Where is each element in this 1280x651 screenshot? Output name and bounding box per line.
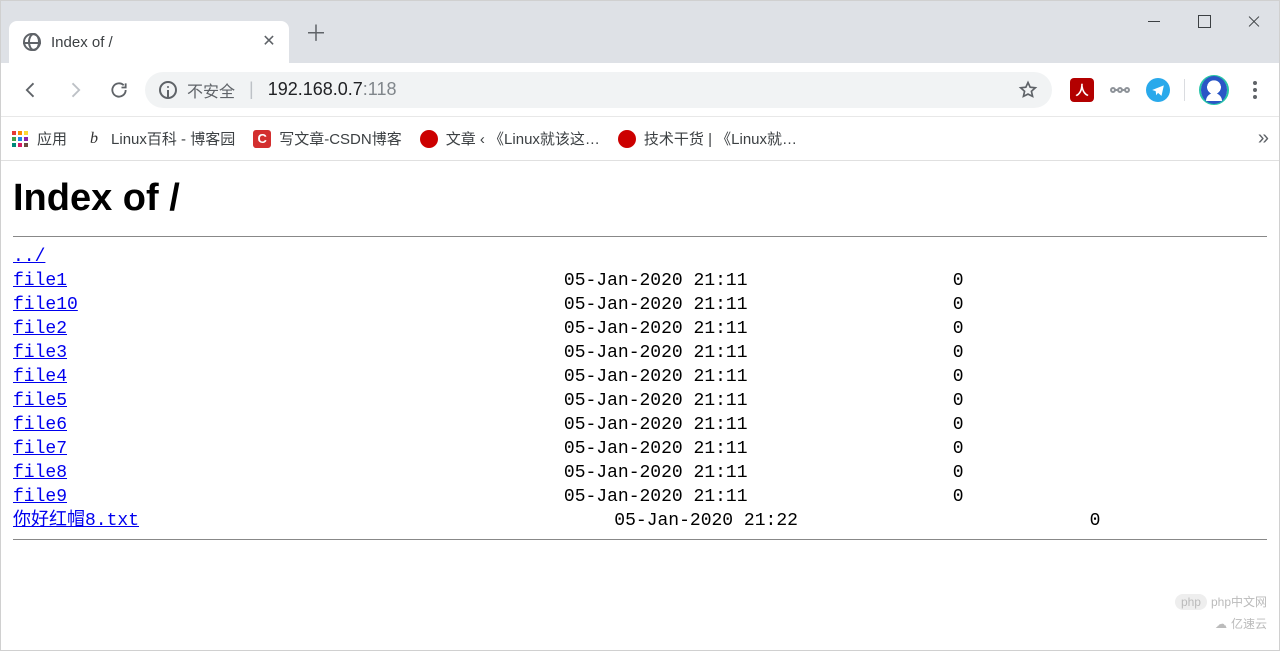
file-link[interactable]: file1 [13, 271, 67, 291]
tab-title: Index of / [51, 34, 251, 51]
favicon-cnblogs-icon: b [85, 130, 103, 148]
divider [13, 236, 1267, 237]
reload-icon [109, 80, 129, 100]
bookmark-item[interactable]: 文章 ‹ 《Linux就该这… [420, 128, 600, 149]
security-label: 不安全 [187, 78, 235, 102]
extension-telegram-icon[interactable] [1146, 78, 1170, 102]
extension-syncthing-icon[interactable] [1108, 78, 1132, 102]
window-maximize-button[interactable] [1179, 1, 1229, 41]
profile-avatar-button[interactable] [1199, 75, 1229, 105]
bookmark-star-button[interactable] [1018, 80, 1038, 100]
separator: | [249, 79, 254, 100]
url-host: 192.168.0.7 [268, 79, 363, 99]
bookmark-label: Linux百科 - 博客园 [111, 128, 235, 149]
address-bar[interactable]: 不安全 | 192.168.0.7:118 [145, 72, 1052, 108]
star-icon [1018, 80, 1038, 100]
bookmarks-overflow-button[interactable]: » [1258, 127, 1269, 150]
file-link[interactable]: file10 [13, 295, 78, 315]
avatar-icon [1201, 76, 1227, 104]
globe-icon [23, 33, 41, 51]
file-link[interactable]: file4 [13, 367, 67, 387]
bookmark-label: 技术干货 | 《Linux就… [644, 128, 797, 149]
page-heading: Index of / [13, 177, 1267, 220]
back-button[interactable] [13, 72, 49, 108]
page-content: Index of / ../ file1 05-Jan-2020 21:11 0… [1, 161, 1279, 540]
file-link[interactable]: file5 [13, 391, 67, 411]
favicon-redhat-icon [420, 130, 438, 148]
new-tab-button[interactable]: ＋ [299, 15, 333, 49]
window-close-button[interactable] [1229, 1, 1279, 41]
parent-dir-link[interactable]: ../ [13, 247, 45, 267]
url-text: 192.168.0.7:118 [268, 79, 397, 100]
window-controls [1129, 1, 1279, 41]
file-link[interactable]: file8 [13, 463, 67, 483]
file-link[interactable]: 你好红帽8.txt [13, 511, 139, 531]
titlebar: Index of / ✕ ＋ [1, 1, 1279, 63]
bookmark-label: 应用 [37, 128, 67, 149]
bookmark-label: 写文章-CSDN博客 [279, 128, 402, 149]
file-link[interactable]: file2 [13, 319, 67, 339]
divider [13, 539, 1267, 540]
chrome-menu-button[interactable] [1243, 81, 1267, 99]
file-link[interactable]: file3 [13, 343, 67, 363]
file-link[interactable]: file9 [13, 487, 67, 507]
file-link[interactable]: file6 [13, 415, 67, 435]
watermark: phpphp中文网 [1175, 593, 1267, 610]
bookmark-apps[interactable]: 应用 [11, 128, 67, 149]
toolbar: 不安全 | 192.168.0.7:118 人 [1, 63, 1279, 117]
extension-icons: 人 [1070, 75, 1267, 105]
apps-grid-icon [11, 130, 29, 148]
bookmark-item[interactable]: 技术干货 | 《Linux就… [618, 128, 797, 149]
arrow-left-icon [21, 80, 41, 100]
window-minimize-button[interactable] [1129, 1, 1179, 41]
arrow-right-icon [65, 80, 85, 100]
forward-button[interactable] [57, 72, 93, 108]
site-info-icon[interactable] [159, 81, 177, 99]
bookmarks-bar: 应用 b Linux百科 - 博客园 C 写文章-CSDN博客 文章 ‹ 《Li… [1, 117, 1279, 161]
watermark: ☁亿速云 [1215, 615, 1267, 632]
browser-window: Index of / ✕ ＋ 不安全 | 192.168.0.7:118 [0, 0, 1280, 651]
bookmark-item[interactable]: b Linux百科 - 博客园 [85, 128, 235, 149]
file-link[interactable]: file7 [13, 439, 67, 459]
bookmark-label: 文章 ‹ 《Linux就该这… [446, 128, 600, 149]
toolbar-divider [1184, 79, 1185, 101]
favicon-csdn-icon: C [253, 130, 271, 148]
tab-close-button[interactable]: ✕ [261, 34, 277, 50]
favicon-redhat-icon [618, 130, 636, 148]
url-port: :118 [363, 79, 397, 99]
bookmark-item[interactable]: C 写文章-CSDN博客 [253, 128, 402, 149]
directory-listing: ../ file1 05-Jan-2020 21:11 0 file10 05-… [13, 245, 1267, 533]
reload-button[interactable] [101, 72, 137, 108]
browser-tab[interactable]: Index of / ✕ [9, 21, 289, 63]
extension-adobe-icon[interactable]: 人 [1070, 78, 1094, 102]
